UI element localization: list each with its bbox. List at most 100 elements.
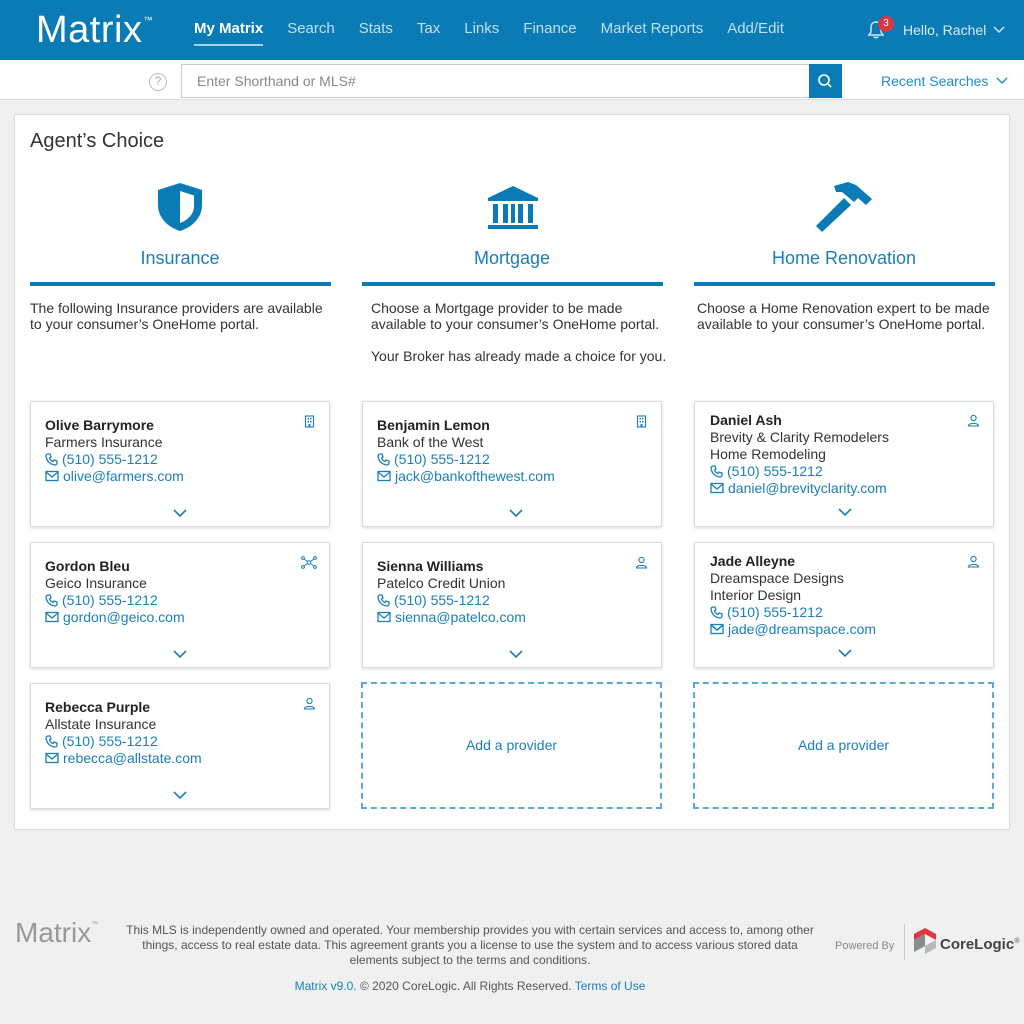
nav-search[interactable]: Search: [275, 0, 347, 60]
provider-name: Olive Barrymore: [45, 417, 154, 433]
provider-specialty: Home Remodeling: [710, 446, 826, 462]
broker-choice-note: Your Broker has already made a choice fo…: [371, 348, 667, 364]
person-icon: [635, 556, 648, 569]
nav-my-matrix[interactable]: My Matrix: [182, 0, 275, 60]
provider-phone[interactable]: (510) 555-1212: [377, 451, 490, 467]
provider-name: Rebecca Purple: [45, 699, 151, 715]
chevron-down-icon[interactable]: [509, 508, 523, 518]
bank-icon: [488, 186, 538, 229]
provider-phone[interactable]: (510) 555-1212: [45, 451, 158, 467]
footer-disclaimer: This MLS is independently owned and oper…: [126, 923, 814, 967]
chevron-down-icon[interactable]: [838, 507, 852, 517]
shorthand-search-input[interactable]: [181, 64, 809, 98]
column-title-mortgage: Mortgage: [473, 248, 551, 268]
provider-card[interactable]: Gordon Bleu Geico Insurance (510) 555-12…: [30, 542, 330, 668]
envelope-icon: [710, 623, 724, 635]
provider-card[interactable]: Rebecca Purple Allstate Insurance (510) …: [30, 683, 330, 809]
provider-email[interactable]: jack@bankofthewest.com: [377, 468, 555, 484]
provider-card[interactable]: Benjamin Lemon Bank of the West (510) 55…: [362, 401, 662, 527]
page-title: Agent’s Choice: [30, 130, 165, 152]
provider-company: Allstate Insurance: [45, 716, 157, 732]
provider-email[interactable]: rebecca@allstate.com: [45, 750, 202, 766]
chevron-down-icon[interactable]: [992, 22, 1006, 36]
building-icon: [636, 415, 647, 428]
version-link[interactable]: Matrix v9.0.: [295, 979, 357, 993]
add-provider-button[interactable]: Add a provider: [693, 682, 994, 809]
envelope-icon: [377, 611, 391, 623]
column-divider: [30, 282, 331, 286]
column-description: The following Insurance providers are av…: [30, 300, 323, 332]
nav-stats[interactable]: Stats: [347, 0, 405, 60]
building-icon: [304, 415, 315, 428]
powered-by-label: Powered By: [835, 940, 895, 952]
provider-phone[interactable]: (510) 555-1212: [45, 733, 158, 749]
footer-matrix-logo: Matrix™: [15, 917, 99, 948]
footer-divider: [904, 924, 905, 960]
phone-icon: [45, 452, 58, 466]
column-divider: [362, 282, 663, 286]
chevron-down-icon[interactable]: [509, 649, 523, 659]
corelogic-brand: CoreLogic®: [940, 936, 1020, 953]
provider-name: Benjamin Lemon: [377, 417, 490, 433]
nav-links[interactable]: Links: [452, 0, 511, 60]
provider-phone[interactable]: (510) 555-1212: [45, 592, 158, 608]
matrix-logo[interactable]: Matrix™: [36, 9, 152, 52]
column-description: Choose a Mortgage provider to be made av…: [371, 300, 660, 332]
envelope-icon: [710, 482, 724, 494]
provider-specialty: Interior Design: [710, 587, 802, 603]
provider-company: Farmers Insurance: [45, 434, 163, 450]
recent-searches-dropdown[interactable]: Recent Searches: [881, 73, 988, 89]
chevron-down-icon[interactable]: [173, 649, 187, 659]
provider-company: Brevity & Clarity Remodelers: [710, 429, 889, 445]
provider-phone[interactable]: (510) 555-1212: [377, 592, 490, 608]
network-icon: [301, 556, 317, 569]
help-icon[interactable]: ?: [149, 73, 167, 91]
provider-card[interactable]: Jade Alleyne Dreamspace Designs Interior…: [694, 542, 994, 668]
provider-company: Patelco Credit Union: [377, 575, 506, 591]
phone-icon: [45, 593, 58, 607]
envelope-icon: [45, 752, 59, 764]
column-description: Choose a Home Renovation expert to be ma…: [697, 300, 990, 332]
corelogic-logo-icon: [914, 928, 936, 954]
column-title-insurance: Insurance: [140, 248, 220, 268]
provider-email[interactable]: jade@dreamspace.com: [710, 621, 876, 637]
phone-icon: [377, 593, 390, 607]
phone-icon: [710, 464, 723, 478]
chevron-down-icon[interactable]: [996, 74, 1008, 86]
provider-card[interactable]: Daniel Ash Brevity & Clarity Remodelers …: [694, 401, 994, 527]
provider-email[interactable]: sienna@patelco.com: [377, 609, 526, 625]
search-button[interactable]: [809, 64, 842, 98]
provider-email[interactable]: daniel@brevityclarity.com: [710, 480, 887, 496]
provider-email[interactable]: olive@farmers.com: [45, 468, 184, 484]
nav-finance[interactable]: Finance: [511, 0, 588, 60]
provider-name: Gordon Bleu: [45, 558, 130, 574]
envelope-icon: [45, 470, 59, 482]
chevron-down-icon[interactable]: [173, 508, 187, 518]
top-nav-bar: Matrix™ My Matrix Search Stats Tax Links…: [0, 0, 1024, 60]
main-nav: My Matrix Search Stats Tax Links Finance…: [182, 0, 796, 60]
user-greeting[interactable]: Hello, Rachel: [903, 22, 986, 38]
provider-card[interactable]: Sienna Williams Patelco Credit Union (51…: [362, 542, 662, 668]
provider-company: Geico Insurance: [45, 575, 147, 591]
provider-email[interactable]: gordon@geico.com: [45, 609, 185, 625]
nav-add-edit[interactable]: Add/Edit: [715, 0, 796, 60]
search-bar-row: ?: [0, 60, 1024, 100]
add-provider-button[interactable]: Add a provider: [361, 682, 662, 809]
chevron-down-icon[interactable]: [838, 648, 852, 658]
provider-card[interactable]: Olive Barrymore Farmers Insurance (510) …: [30, 401, 330, 527]
terms-of-use-link[interactable]: Terms of Use: [575, 979, 646, 993]
provider-phone[interactable]: (510) 555-1212: [710, 463, 823, 479]
provider-name: Jade Alleyne: [710, 553, 796, 569]
person-icon: [967, 414, 980, 427]
phone-icon: [710, 605, 723, 619]
provider-company: Bank of the West: [377, 434, 484, 450]
nav-tax[interactable]: Tax: [405, 0, 452, 60]
search-icon: [818, 74, 832, 88]
chevron-down-icon[interactable]: [173, 790, 187, 800]
provider-name: Daniel Ash: [710, 412, 782, 428]
provider-phone[interactable]: (510) 555-1212: [710, 604, 823, 620]
nav-market-reports[interactable]: Market Reports: [589, 0, 716, 60]
column-title-home-renovation: Home Renovation: [771, 248, 917, 268]
copyright-text: © 2020 CoreLogic. All Rights Reserved.: [356, 979, 575, 993]
notification-badge[interactable]: 3: [878, 16, 894, 32]
